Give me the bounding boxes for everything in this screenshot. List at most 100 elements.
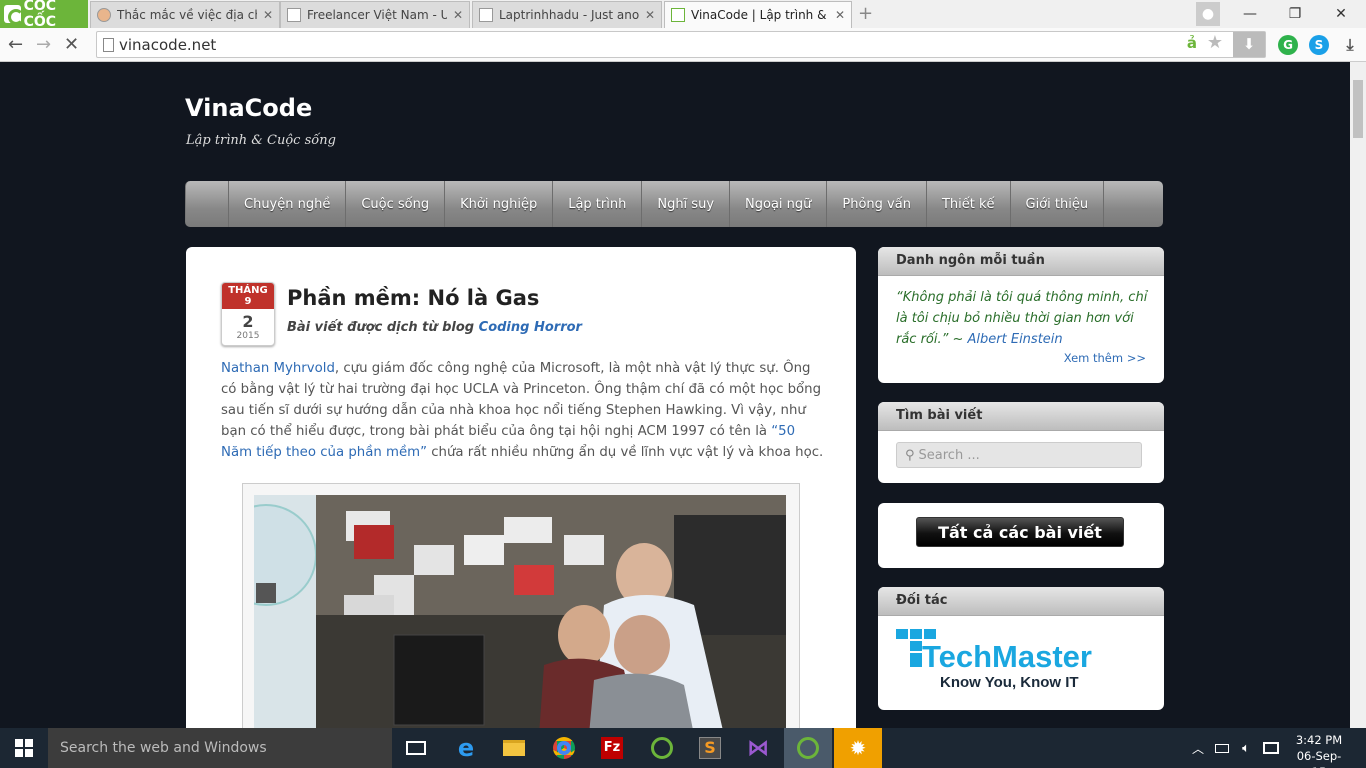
sublime-icon[interactable]: S	[686, 728, 734, 768]
scrollbar-thumb[interactable]	[1353, 80, 1363, 138]
day-value: 2	[242, 312, 254, 331]
download-icon[interactable]: ⬇	[1233, 32, 1265, 57]
address-bar[interactable]: vinacode.net ả ★ ⬇	[96, 31, 1266, 58]
grammarly-icon[interactable]: G	[1278, 35, 1298, 55]
coccoc-logo[interactable]: CỐC CỐC	[0, 0, 88, 30]
coccoc-active-icon[interactable]	[784, 728, 832, 768]
post-date-badge: THÁNG 9 2 2015	[221, 282, 275, 346]
office-photo	[254, 495, 786, 735]
subtitle-prefix: Bài viết được dịch từ blog	[287, 320, 475, 335]
visual-studio-icon[interactable]: ⋈	[734, 728, 782, 768]
minimize-button[interactable]: —	[1238, 2, 1262, 26]
month-value: 9	[244, 296, 252, 307]
close-window-button[interactable]: ✕	[1329, 2, 1353, 26]
nathan-myhrvold-link[interactable]: Nathan Myhrvold	[221, 361, 335, 376]
menu-item-gioi-thieu[interactable]: Giới thiệu	[1009, 181, 1105, 227]
menu-item-lap-trinh[interactable]: Lập trình	[552, 181, 641, 227]
file-explorer-icon[interactable]	[490, 728, 538, 768]
menu-item-ngoai-ngu[interactable]: Ngoại ngữ	[729, 181, 826, 227]
tab-bar: CỐC CỐC Thắc mắc về việc địa chỉ ip ✕ Fr…	[0, 0, 1366, 30]
restore-button[interactable]: ❐	[1283, 2, 1307, 26]
url-text: vinacode.net	[119, 35, 217, 54]
tab-3[interactable]: Laptrinhhadu - Just anothe ✕	[472, 1, 662, 28]
svg-text:Know You, Know IT: Know You, Know IT	[940, 674, 1079, 691]
chrome-icon[interactable]	[540, 728, 588, 768]
menu-item-cuoc-song[interactable]: Cuộc sống	[345, 181, 444, 227]
windows-taskbar: Search the web and Windows e Fz S ⋈ ✹ ︿ …	[0, 728, 1366, 768]
menu-item-khoi-nghiep[interactable]: Khởi nghiệp	[444, 181, 552, 227]
translate-icon[interactable]: ả	[1187, 34, 1197, 52]
site-title[interactable]: VinaCode	[185, 94, 312, 122]
see-more-link[interactable]: Xem thêm >>	[1064, 351, 1146, 365]
page-favicon-icon	[287, 8, 301, 22]
page-favicon-icon	[479, 8, 493, 22]
back-button[interactable]: ←	[8, 34, 23, 55]
avatar-favicon-icon	[97, 8, 111, 22]
tab-title: Laptrinhhadu - Just anothe	[499, 8, 639, 22]
post-title[interactable]: Phần mềm: Nó là Gas	[287, 286, 539, 310]
clock-time: 3:42 PM	[1295, 733, 1343, 747]
settings-app-icon[interactable]: ✹	[834, 728, 882, 768]
profile-icon[interactable]: ●	[1196, 2, 1220, 26]
page-icon	[103, 38, 114, 52]
post-subtitle: Bài viết được dịch từ blog Coding Horror	[287, 320, 582, 335]
search-icon: ⚲	[905, 447, 915, 463]
close-icon[interactable]: ✕	[835, 8, 845, 22]
browser-name: CỐC CỐC	[23, 0, 57, 30]
search-placeholder: Search ...	[918, 447, 980, 463]
quote-widget-title: Danh ngôn mỗi tuần	[878, 247, 1164, 276]
menu-item-nghi-suy[interactable]: Nghĩ suy	[641, 181, 729, 227]
download-manager-icon[interactable]: ⤓	[1340, 35, 1360, 55]
year-value: 2015	[236, 331, 260, 341]
clock-date: 06-Sep-15	[1296, 749, 1342, 768]
all-posts-widget: Tất cả các bài viết	[878, 503, 1164, 568]
tab-title: Thắc mắc về việc địa chỉ ip	[117, 8, 257, 22]
tab-4[interactable]: VinaCode | Lập trình & Cu ✕	[664, 1, 852, 28]
close-icon[interactable]: ✕	[645, 8, 655, 22]
site-tagline: Lập trình & Cuộc sống	[186, 133, 336, 148]
filezilla-icon[interactable]: Fz	[588, 728, 636, 768]
search-widget-title: Tìm bài viết	[878, 402, 1164, 431]
skype-icon[interactable]: S	[1309, 35, 1329, 55]
volume-icon[interactable]: 🔈︎	[1234, 728, 1258, 768]
task-view-icon[interactable]	[392, 728, 440, 768]
tab-2[interactable]: Freelancer Việt Nam - Uy t ✕	[280, 1, 470, 28]
new-tab-button[interactable]: +	[858, 3, 873, 24]
taskbar-search[interactable]: Search the web and Windows	[48, 728, 392, 768]
svg-text:TechMaster: TechMaster	[922, 639, 1092, 674]
search-input[interactable]: ⚲ Search ...	[896, 442, 1142, 468]
body-text: chứa rất nhiều những ẩn dụ về lĩnh vực v…	[426, 445, 824, 460]
tab-title: Freelancer Việt Nam - Uy t	[307, 8, 447, 22]
coccoc-taskbar-icon[interactable]	[638, 728, 686, 768]
post-body: Nathan Myhrvold, cựu giám đốc công nghệ …	[221, 358, 825, 463]
battery-icon[interactable]	[1210, 728, 1234, 768]
close-icon[interactable]: ✕	[453, 8, 463, 22]
techmaster-logo[interactable]: TechMaster Know You, Know IT	[896, 627, 1146, 697]
start-button[interactable]	[0, 728, 48, 768]
menu-item-phong-van[interactable]: Phỏng vấn	[826, 181, 926, 227]
quote-widget: Danh ngôn mỗi tuần “Không phải là tôi qu…	[878, 247, 1164, 383]
stop-button[interactable]: ✕	[64, 34, 79, 55]
edge-icon[interactable]: e	[442, 728, 490, 768]
search-widget: Tìm bài viết ⚲ Search ...	[878, 402, 1164, 483]
weekly-quote: “Không phải là tôi quá thông minh, chỉ l…	[896, 287, 1152, 350]
action-center-icon[interactable]	[1258, 728, 1284, 768]
coding-horror-link[interactable]: Coding Horror	[479, 320, 582, 335]
post-image	[254, 495, 786, 735]
menu-item-chuyen-nghe[interactable]: Chuyện nghề	[228, 181, 345, 227]
chevron-up-icon[interactable]: ︿	[1186, 728, 1210, 768]
month-label: THÁNG	[228, 285, 268, 296]
author-link[interactable]: Albert Einstein	[968, 332, 1063, 347]
forward-button[interactable]: →	[36, 34, 51, 55]
coccoc-icon	[4, 5, 24, 25]
vinacode-favicon-icon	[671, 8, 685, 22]
all-posts-button[interactable]: Tất cả các bài viết	[916, 517, 1124, 547]
close-icon[interactable]: ✕	[263, 8, 273, 22]
menu-item-thiet-ke[interactable]: Thiết kế	[925, 181, 1010, 227]
tab-title: VinaCode | Lập trình & Cu	[691, 8, 829, 22]
scrollbar[interactable]	[1350, 62, 1366, 728]
main-menu: Chuyện nghề Cuộc sống Khởi nghiệp Lập tr…	[185, 181, 1163, 227]
tab-1[interactable]: Thắc mắc về việc địa chỉ ip ✕	[90, 1, 280, 28]
system-clock[interactable]: 3:42 PM 06-Sep-15	[1290, 732, 1348, 768]
star-icon[interactable]: ★	[1207, 32, 1223, 53]
